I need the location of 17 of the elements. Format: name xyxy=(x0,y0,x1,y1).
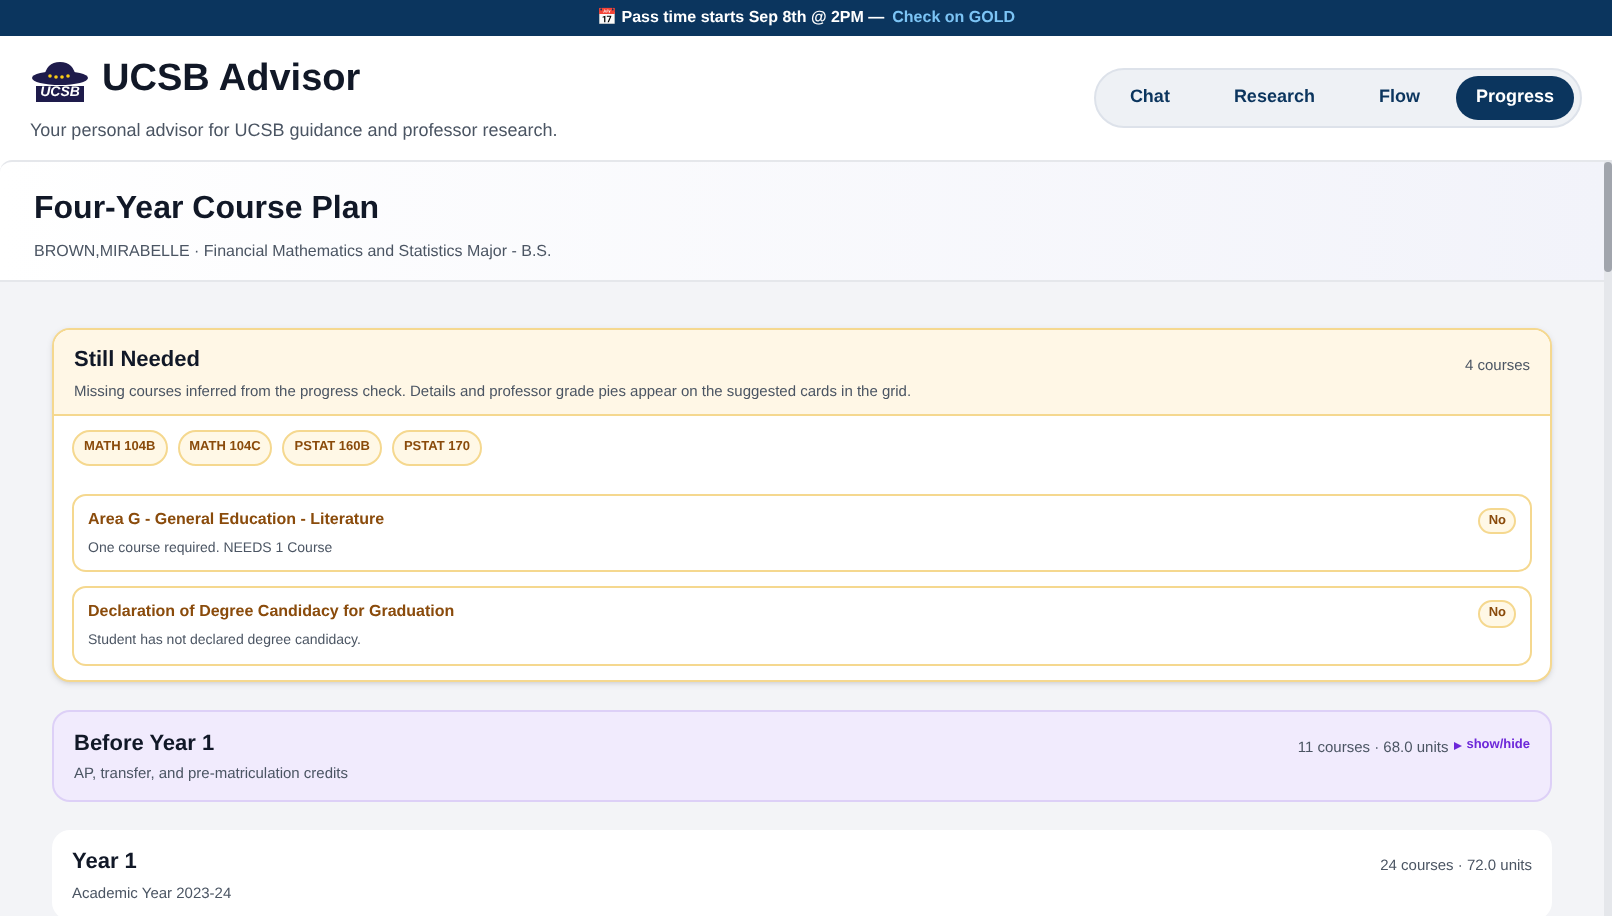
nav-tab[interactable]: Flow xyxy=(1350,76,1448,120)
nav-tab[interactable]: Progress xyxy=(1455,76,1574,120)
pass-time-link[interactable]: Check on GOLD xyxy=(892,6,1015,30)
hat-icon xyxy=(30,58,90,87)
card-title: Still Needed xyxy=(74,346,202,376)
section-title: Before Year 1 xyxy=(74,729,217,759)
requirement-title: Area G - General Education - Literature xyxy=(88,507,385,531)
nav-tab[interactable]: Research xyxy=(1205,76,1343,120)
app-subtitle: Your personal advisor for UCSB guidance and professor research. xyxy=(30,117,558,144)
caret-icon xyxy=(1454,742,1463,751)
nav-tab[interactable]: Chat xyxy=(1101,76,1198,120)
requirement-title: Declaration of Degree Candidacy for Graduation xyxy=(88,600,455,624)
banner-text: 📅 Pass time starts Sep 8th @ 2PM — xyxy=(597,6,885,30)
plan-subtitle: BROWN,MIRABELLE · Financial Mathematics and Statistics Major - B.S. xyxy=(34,240,554,264)
app-title: UCSB Advisor xyxy=(102,56,361,104)
plan-title: Four-Year Course Plan xyxy=(34,190,381,230)
section-title: Year 1 xyxy=(72,848,139,879)
